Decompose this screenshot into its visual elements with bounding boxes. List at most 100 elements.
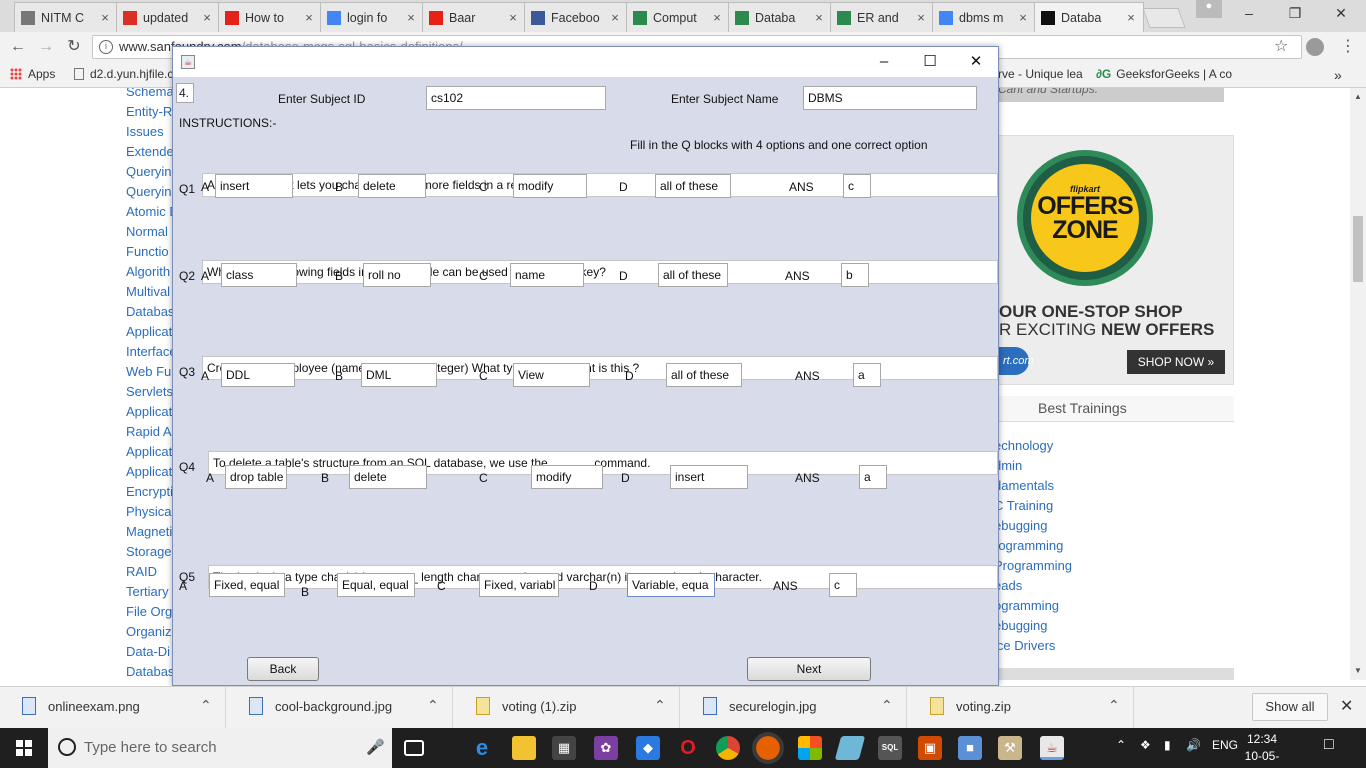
training-link[interactable]: damentals [994, 476, 1072, 496]
tab-close-icon[interactable]: × [915, 10, 927, 25]
chevron-up-icon[interactable]: ⌃ [654, 697, 666, 714]
dialog-title-bar[interactable]: ☕ – ☐ ✕ [173, 47, 998, 77]
option-a-input[interactable]: DDL [221, 363, 295, 387]
language-indicator[interactable]: ENG [1212, 738, 1238, 752]
tray-chevron-icon[interactable]: ⌃ [1116, 738, 1126, 752]
browser-tab[interactable]: ■ Baar × [422, 2, 526, 32]
training-link[interactable]: ebugging [994, 516, 1072, 536]
volume-icon[interactable]: 🔊 [1186, 738, 1201, 752]
presentation-icon[interactable]: ▣ [918, 736, 942, 760]
tab-close-icon[interactable]: × [813, 10, 825, 25]
browser-tab[interactable]: ■ How to × [218, 2, 322, 32]
chrome-icon[interactable] [716, 736, 740, 760]
left-nav-link[interactable]: Applicat [126, 462, 179, 482]
chevron-up-icon[interactable]: ⌃ [200, 697, 212, 714]
option-d-input[interactable]: all of these [655, 174, 731, 198]
browser-tab[interactable]: ■ Faceboo × [524, 2, 628, 32]
subject-name-input[interactable]: DBMS [803, 86, 977, 110]
option-d-input[interactable]: insert [670, 465, 748, 489]
option-c-input[interactable]: Fixed, variabl [479, 573, 559, 597]
back-arrow-icon[interactable]: ← [8, 37, 28, 57]
scroll-thumb[interactable] [1353, 216, 1363, 282]
left-nav-link[interactable]: Rapid A [126, 422, 179, 442]
left-nav-link[interactable]: Interface [126, 342, 179, 362]
option-a-input[interactable]: insert [215, 174, 293, 198]
browser-tab[interactable]: ■ updated × [116, 2, 220, 32]
answer-input[interactable]: a [859, 465, 887, 489]
left-nav-link[interactable]: Magneti [126, 522, 179, 542]
dialog-maximize-icon[interactable]: ☐ [907, 47, 953, 77]
download-item[interactable]: onlineexam.png ⌃ [0, 687, 226, 729]
left-nav-link[interactable]: Algorith [126, 262, 179, 282]
left-nav-link[interactable]: Applicat [126, 442, 179, 462]
training-link[interactable]: ebugging [994, 616, 1072, 636]
chevron-up-icon[interactable]: ⌃ [1108, 697, 1120, 714]
dialog-minimize-icon[interactable]: – [861, 47, 907, 77]
left-nav-link[interactable]: Multival [126, 282, 179, 302]
option-a-input[interactable]: class [221, 263, 297, 287]
option-c-input[interactable]: modify [513, 174, 587, 198]
dialog-close-icon[interactable]: ✕ [953, 47, 999, 77]
app-icon[interactable] [834, 736, 866, 760]
left-nav-link[interactable]: Encrypti [126, 482, 179, 502]
left-nav-link[interactable]: Data-Di [126, 642, 179, 662]
left-nav-link[interactable]: Storage [126, 542, 179, 562]
new-tab-button[interactable] [1142, 8, 1186, 28]
restore-icon[interactable]: ❐ [1272, 0, 1318, 28]
answer-input[interactable]: c [843, 174, 871, 198]
left-nav-link[interactable]: Servlets [126, 382, 179, 402]
option-b-input[interactable]: Equal, equal [337, 573, 415, 597]
option-d-input[interactable]: all of these [658, 263, 728, 287]
tab-close-icon[interactable]: × [609, 10, 621, 25]
left-nav-link[interactable]: Extende [126, 142, 179, 162]
training-link[interactable]: Programming [994, 556, 1072, 576]
left-nav-link[interactable]: Applicat [126, 322, 179, 342]
taskbar-search-box[interactable]: Type here to search 🎤 [48, 728, 392, 768]
tab-close-icon[interactable]: × [1125, 10, 1137, 25]
bookmark-geeksforgeeks[interactable]: ∂G GeeksforGeeks | A co [1096, 67, 1232, 81]
battery-icon[interactable]: ▮ [1164, 738, 1171, 752]
option-c-input[interactable]: View [513, 363, 590, 387]
browser-tab[interactable]: ■ Databa × [1034, 2, 1144, 32]
training-link[interactable]: eads [994, 576, 1072, 596]
left-nav-link[interactable]: Applicat [126, 402, 179, 422]
option-b-input[interactable]: delete [358, 174, 426, 198]
left-nav-link[interactable]: Queryin [126, 182, 179, 202]
menu-dots-icon[interactable]: ⋮ [1340, 36, 1356, 56]
option-c-input[interactable]: modify [531, 465, 603, 489]
store-icon[interactable]: ▦ [552, 736, 576, 760]
firefox-icon[interactable] [752, 732, 784, 764]
java-taskbar-icon[interactable]: ☕ [1040, 736, 1064, 760]
minimize-icon[interactable]: – [1226, 0, 1272, 28]
left-nav-link[interactable]: Issues [126, 122, 179, 142]
option-b-input[interactable]: roll no [363, 263, 431, 287]
left-nav-link[interactable]: Functio [126, 242, 179, 262]
left-nav-link[interactable]: Queryin [126, 162, 179, 182]
left-nav-link[interactable]: Tertiary [126, 582, 179, 602]
left-nav-link[interactable]: Physical [126, 502, 179, 522]
option-c-input[interactable]: name [510, 263, 584, 287]
chevron-up-icon[interactable]: ⌃ [427, 697, 439, 714]
download-item[interactable]: voting (1).zip ⌃ [454, 687, 680, 729]
answer-input[interactable]: c [829, 573, 857, 597]
box-icon[interactable]: ■ [958, 736, 982, 760]
tab-close-icon[interactable]: × [711, 10, 723, 25]
next-button[interactable]: Next [747, 657, 871, 681]
tab-close-icon[interactable]: × [1017, 10, 1029, 25]
close-shelf-icon[interactable]: ✕ [1340, 696, 1353, 716]
left-nav-link[interactable]: Web Fu [126, 362, 179, 382]
bookmark-unique[interactable]: rve - Unique lea [998, 67, 1083, 81]
option-d-input[interactable]: Variable, equa [627, 573, 715, 597]
left-nav-link[interactable]: Atomic D [126, 202, 179, 222]
answer-input[interactable]: a [853, 363, 881, 387]
chevron-up-icon[interactable]: ⌃ [881, 697, 893, 714]
tab-close-icon[interactable]: × [507, 10, 519, 25]
opera-icon[interactable]: O [676, 736, 700, 760]
tab-close-icon[interactable]: × [405, 10, 417, 25]
flipkart-ad[interactable]: flipkart OFFERS ZONE OUR ONE-STOP SHOP R… [980, 135, 1234, 385]
shop-now-button[interactable]: SHOP NOW » [1127, 350, 1225, 374]
training-link[interactable]: echnology [994, 436, 1072, 456]
tab-close-icon[interactable]: × [99, 10, 111, 25]
show-all-button[interactable]: Show all [1252, 693, 1328, 721]
browser-tab[interactable]: ■ dbms m × [932, 2, 1036, 32]
